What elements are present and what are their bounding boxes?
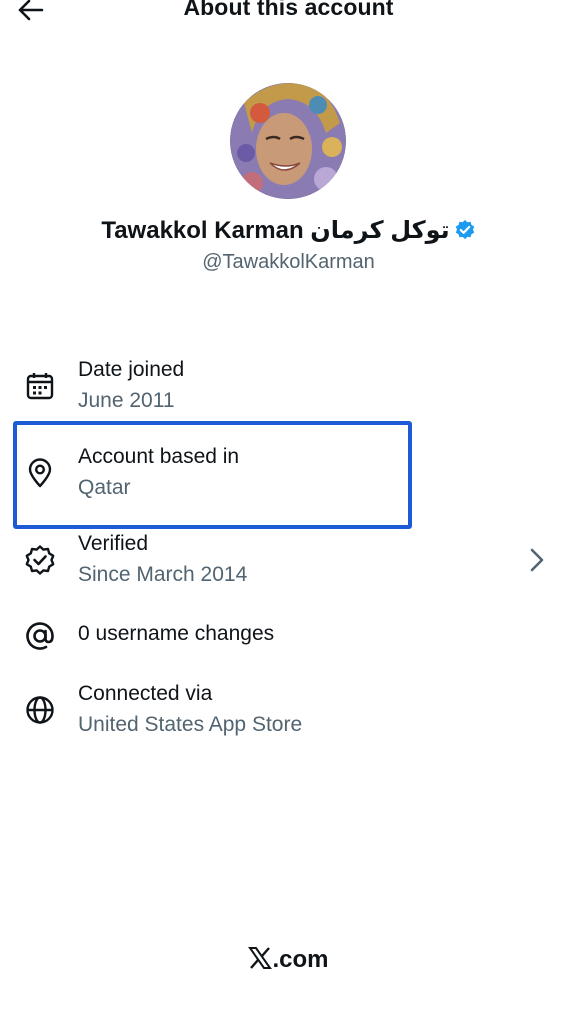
username-changes-row: 0 username changes [0, 616, 577, 656]
account-based-in-row: Account based in Qatar [0, 443, 577, 503]
verified-check-icon [25, 545, 55, 575]
verified-value: Since March 2014 [78, 563, 248, 586]
date-joined-label: Date joined [78, 358, 185, 381]
x-logo-icon [248, 947, 273, 969]
connected-via-row: Connected via United States App Store [0, 680, 577, 740]
verified-label: Verified [78, 532, 149, 555]
account-based-in-label: Account based in [78, 445, 240, 468]
display-name: Tawakkol Karman توكل كرمان [0, 216, 577, 245]
footer-brand: .com [0, 946, 577, 974]
location-pin-icon [28, 458, 52, 488]
date-joined-value: June 2011 [78, 389, 175, 412]
header: About this account [0, 0, 577, 26]
date-joined-row: Date joined June 2011 [0, 356, 577, 416]
avatar[interactable] [230, 83, 346, 199]
verified-badge-icon[interactable] [454, 219, 476, 241]
display-name-text: Tawakkol Karman توكل كرمان [101, 217, 450, 244]
footer-text: .com [272, 946, 329, 973]
handle: @TawakkolKarman [202, 251, 375, 273]
page-title: About this account [183, 0, 394, 20]
chevron-right-icon[interactable] [526, 546, 548, 574]
connected-via-value: United States App Store [78, 713, 303, 736]
at-sign-icon [26, 622, 54, 650]
username-changes-label: 0 username changes [78, 622, 275, 645]
verified-row[interactable]: Verified Since March 2014 [0, 530, 577, 590]
account-based-in-value: Qatar [78, 476, 131, 499]
globe-icon [26, 696, 54, 724]
calendar-icon [26, 373, 54, 400]
connected-via-label: Connected via [78, 682, 213, 705]
